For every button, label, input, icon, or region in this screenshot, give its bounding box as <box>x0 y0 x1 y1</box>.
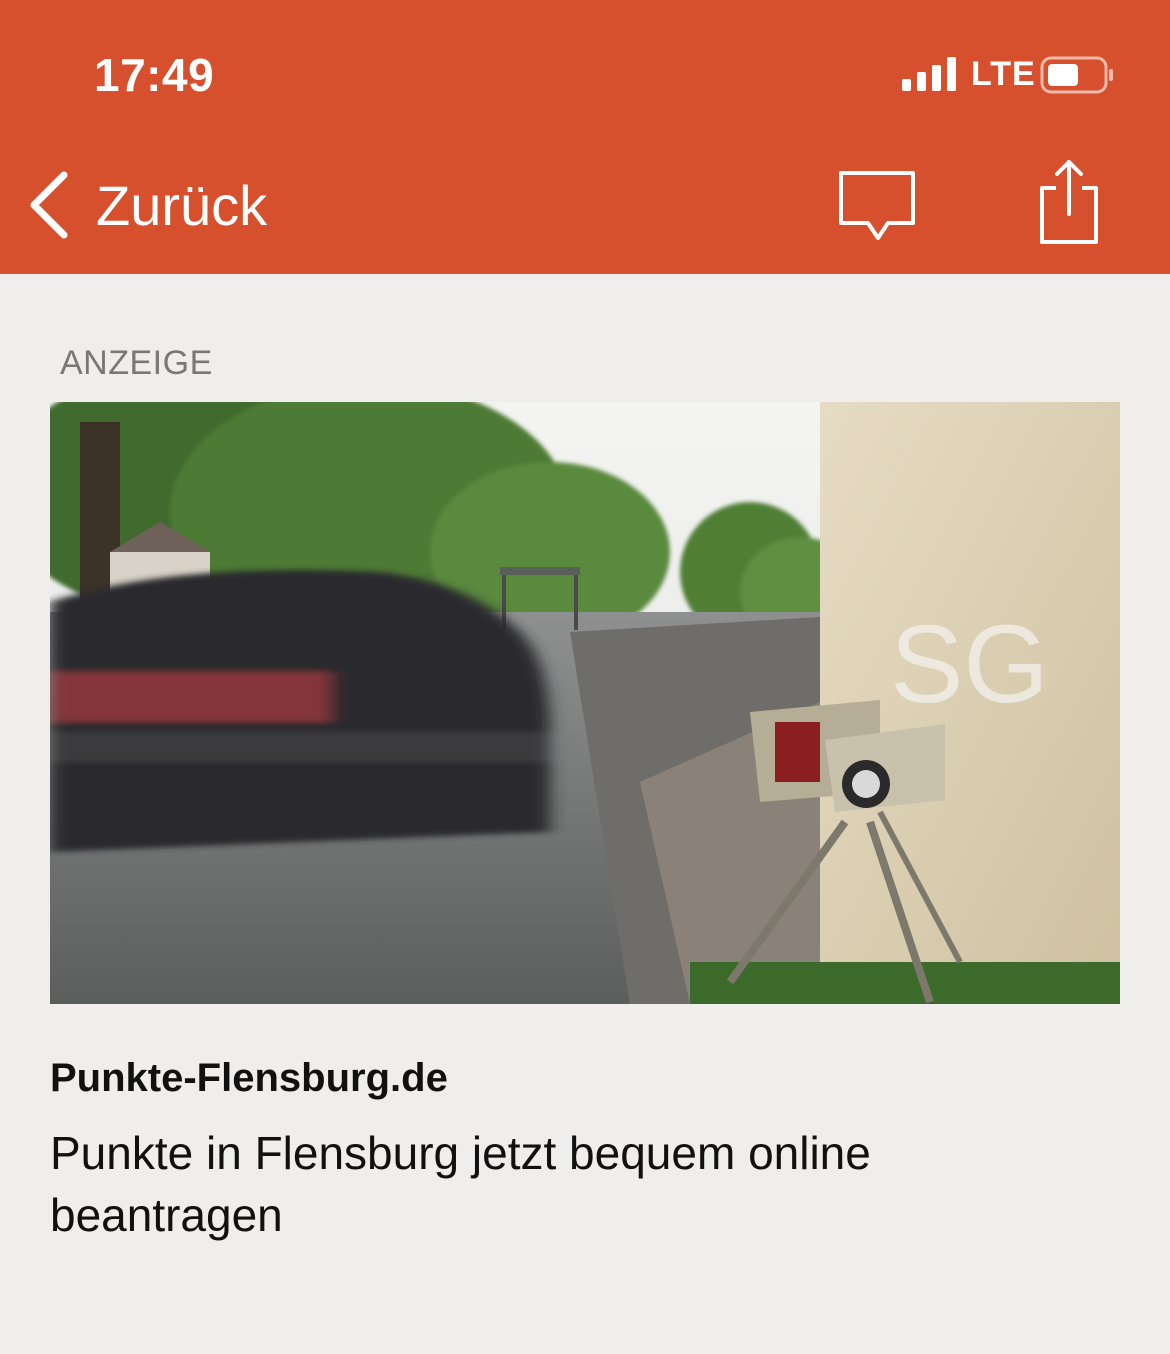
ad-source[interactable]: Punkte-Flensburg.de <box>50 1056 448 1101</box>
back-label: Zurück <box>96 173 268 237</box>
chevron-left-icon <box>30 171 68 239</box>
network-type: LTE <box>971 55 1036 93</box>
comment-icon <box>839 171 915 240</box>
status-time: 17:49 <box>94 49 215 101</box>
battery-icon <box>1040 56 1113 94</box>
svg-text:SG: SG <box>890 603 1049 726</box>
app-header: 17:49 LTE Zurück <box>0 0 1170 274</box>
ad-label: ANZEIGE <box>60 344 213 382</box>
ad-description[interactable]: Punkte in Flensburg jetzt bequem online … <box>50 1122 1050 1246</box>
back-button[interactable]: Zurück <box>26 168 296 242</box>
signal-strength-icon <box>902 57 956 91</box>
ad-image[interactable]: SG <box>50 402 1120 1004</box>
share-icon <box>1040 160 1098 244</box>
share-button[interactable] <box>1036 158 1102 246</box>
comment-button[interactable] <box>836 168 918 244</box>
